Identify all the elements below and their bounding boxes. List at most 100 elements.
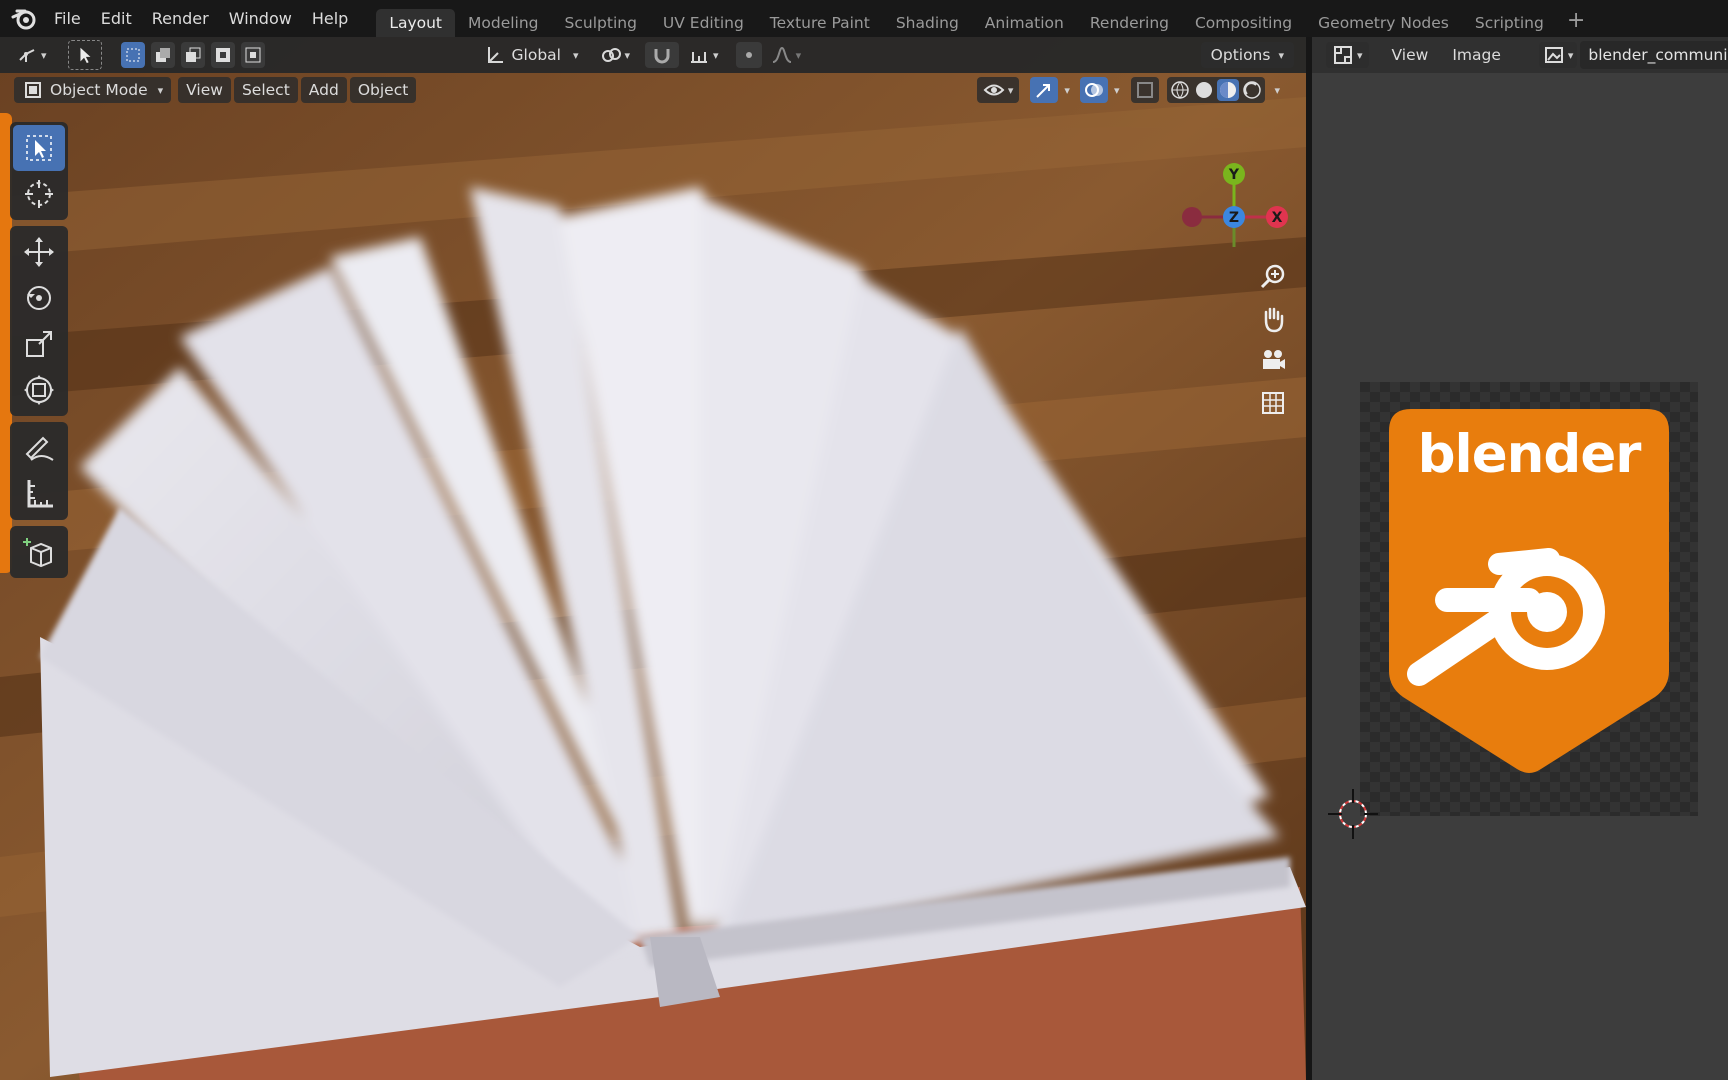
select-box-tool[interactable] — [13, 125, 65, 171]
image-editor[interactable]: ▾ View Image ▾ blender_community_ — [1312, 37, 1728, 1080]
chevron-down-icon: ▾ — [1357, 48, 1363, 62]
add-cube-tool[interactable] — [13, 529, 65, 575]
visibility-dropdown[interactable]: ▾ — [976, 77, 1020, 103]
tab-scripting[interactable]: Scripting — [1462, 9, 1557, 37]
cursor-tool[interactable] — [13, 171, 65, 217]
pivot-point-dropdown[interactable]: ▾ — [594, 42, 637, 68]
orientation-axes-icon — [487, 47, 503, 63]
rotate-icon — [27, 286, 51, 310]
rotate-tool[interactable] — [13, 275, 65, 321]
tab-compositing[interactable]: Compositing — [1182, 9, 1305, 37]
tab-shading[interactable]: Shading — [883, 9, 972, 37]
select-subtract-icon[interactable] — [180, 42, 205, 68]
axis-editor-icon — [19, 49, 35, 62]
ortho-toggle-button[interactable] — [1255, 385, 1291, 421]
chevron-down-icon: ▾ — [1567, 48, 1574, 62]
snap-target-dropdown[interactable]: ▾ — [682, 42, 725, 68]
chevron-down-icon: ▾ — [1007, 83, 1014, 97]
snap-toggle[interactable] — [645, 42, 680, 68]
chevron-down-icon: ▾ — [1278, 48, 1284, 62]
image-menu-view[interactable]: View — [1380, 46, 1441, 64]
tab-sculpting[interactable]: Sculpting — [552, 9, 650, 37]
eye-icon — [983, 84, 1005, 96]
material-preview-icon[interactable] — [1217, 79, 1240, 101]
menu-help[interactable]: Help — [302, 0, 358, 37]
editor-type-button[interactable]: ▾ — [10, 42, 53, 68]
transform-orientation-dropdown[interactable]: Global ▾ — [478, 42, 585, 68]
options-dropdown[interactable]: Options ▾ — [1200, 42, 1294, 68]
move-tool[interactable] — [13, 229, 65, 275]
3d-cursor-icon — [25, 180, 53, 208]
xray-toggle[interactable] — [1131, 77, 1160, 103]
select-intersect-icon[interactable] — [240, 42, 265, 68]
tool-header: ▾ Global ▾ ▾ ▾ ▾ Options ▾ — [0, 37, 1306, 73]
select-new-icon[interactable] — [120, 42, 145, 68]
menu-view[interactable]: View — [178, 77, 231, 103]
add-workspace-button[interactable]: + — [1557, 8, 1595, 33]
menu-select[interactable]: Select — [233, 77, 298, 103]
overlays-toggle[interactable] — [1079, 77, 1108, 103]
rendered-shading-icon[interactable] — [1241, 79, 1263, 101]
tab-layout[interactable]: Layout — [376, 8, 456, 37]
gizmo-toggle[interactable] — [1030, 77, 1059, 103]
selection-mode-group — [120, 42, 268, 68]
overlays-chevron-down-icon[interactable]: ▾ — [1114, 84, 1120, 97]
menu-render[interactable]: Render — [142, 0, 219, 37]
tab-texture-paint[interactable]: Texture Paint — [757, 9, 883, 37]
browse-image-button[interactable]: ▾ — [1538, 42, 1578, 68]
xray-icon — [1137, 82, 1154, 98]
image-name-field[interactable]: blender_community_ — [1580, 41, 1728, 69]
chevron-down-icon: ▾ — [713, 48, 719, 62]
pivot-link-icon — [601, 48, 621, 62]
image-editor-type-button[interactable]: ▾ — [1326, 42, 1369, 68]
measure-tool[interactable] — [13, 471, 65, 517]
tool-group-select — [10, 122, 68, 220]
proportional-edit-toggle[interactable] — [735, 42, 762, 68]
blender-logo-icon[interactable] — [10, 5, 38, 33]
transform-tool[interactable] — [13, 367, 65, 413]
3d-viewport[interactable]: ▾ Global ▾ ▾ ▾ ▾ Options ▾ Object Mode ▾… — [0, 37, 1306, 1080]
scale-tool[interactable] — [13, 321, 65, 367]
cursor-arrow-icon — [79, 47, 90, 64]
menu-edit[interactable]: Edit — [91, 0, 142, 37]
proportional-dot-icon — [745, 52, 752, 58]
hand-icon — [1264, 307, 1284, 333]
ruler-icon — [27, 480, 53, 508]
chevron-down-icon: ▾ — [157, 83, 164, 97]
annotate-tool[interactable] — [13, 425, 65, 471]
tab-animation[interactable]: Animation — [972, 9, 1077, 37]
menu-object[interactable]: Object — [349, 77, 417, 103]
mode-dropdown[interactable]: Object Mode ▾ — [14, 77, 172, 103]
falloff-curve-icon — [772, 46, 791, 63]
camera-view-button[interactable] — [1255, 343, 1291, 379]
neg-x-axis-icon[interactable] — [1182, 207, 1202, 227]
zoom-button[interactable] — [1255, 259, 1291, 295]
gizmo-arrow-icon — [1036, 84, 1051, 98]
select-invert-icon[interactable] — [210, 42, 235, 68]
chevron-down-icon: ▾ — [41, 48, 47, 62]
image-canvas[interactable]: blender — [1360, 382, 1698, 816]
menu-add[interactable]: Add — [300, 77, 347, 103]
wireframe-shading-icon[interactable] — [1169, 79, 1191, 101]
image-menu-image[interactable]: Image — [1440, 46, 1513, 64]
gizmo-chevron-down-icon[interactable]: ▾ — [1064, 84, 1070, 97]
solid-shading-icon[interactable] — [1193, 79, 1215, 101]
select-extend-icon[interactable] — [150, 42, 175, 68]
scale-icon — [26, 331, 52, 357]
menu-window[interactable]: Window — [219, 0, 302, 37]
tab-modeling[interactable]: Modeling — [455, 9, 552, 37]
select-tool-button[interactable] — [67, 40, 102, 70]
shading-chevron-down-icon[interactable]: ▾ — [1274, 84, 1280, 97]
2d-cursor-icon[interactable] — [1328, 789, 1378, 839]
select-box-icon — [26, 135, 52, 161]
menu-file[interactable]: File — [44, 0, 91, 37]
object-mode-icon — [25, 82, 41, 98]
tab-geometry-nodes[interactable]: Geometry Nodes — [1305, 9, 1462, 37]
tab-uv-editing[interactable]: UV Editing — [650, 9, 757, 37]
pencil-icon — [25, 436, 54, 461]
falloff-dropdown[interactable]: ▾ — [765, 42, 808, 68]
top-menu-bar: File Edit Render Window Help Layout Mode… — [0, 0, 1728, 37]
tab-rendering[interactable]: Rendering — [1077, 9, 1182, 37]
navigation-gizmo[interactable]: Y X Z — [1172, 117, 1302, 247]
pan-button[interactable] — [1255, 301, 1291, 337]
